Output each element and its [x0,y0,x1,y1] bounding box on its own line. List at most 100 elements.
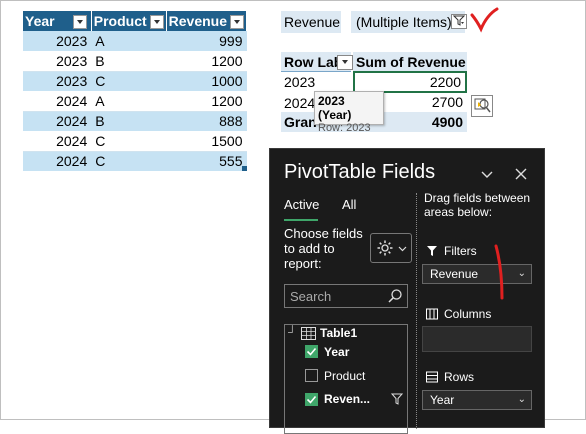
cell-year[interactable]: 2023 [23,71,92,92]
cell-revenue[interactable]: 1500 [166,131,247,152]
cell-product[interactable]: A [91,31,167,52]
filter-icon [391,393,403,405]
active-tab-indicator [284,219,318,221]
row-labels-dropdown-button[interactable] [337,55,353,70]
cell-revenue[interactable]: 1200 [166,51,247,72]
gear-icon [377,240,393,256]
table-row: 2024 C 1500 [23,131,247,152]
cell-product[interactable]: B [91,51,167,72]
field-search-box[interactable] [284,284,408,308]
quick-analysis-button[interactable] [471,95,493,117]
sum-of-revenue-header[interactable]: Sum of Revenue [353,52,467,72]
table-row: 2023 C 1000 [23,71,247,92]
cell-year[interactable]: 2023 [23,31,92,52]
cell-revenue[interactable]: 555 [166,151,247,172]
tooltip-title: 2023 (Year) [318,94,352,122]
dropdown-arrow-icon [342,60,348,65]
cell-product[interactable]: A [91,91,167,112]
pane-close-button[interactable] [512,167,530,185]
field-list: ┘ Table1 Year Product Reven... [284,324,408,434]
table-row: 2024 B 888 [23,111,247,132]
tooltip-subtitle: Row: 2023 [318,122,371,134]
cell-revenue[interactable]: 1200 [166,91,247,112]
header-year-label: Year [25,12,55,29]
table-row: 2023 A 999 [23,31,247,52]
close-icon [515,168,527,180]
chevron-down-icon[interactable]: ⌄ [518,265,526,283]
table-row: 2024 C 555 [23,151,247,172]
pivot-filter-label[interactable]: Revenue [281,11,341,33]
pane-options-button[interactable] [478,167,496,185]
table-row: 2023 B 1200 [23,51,247,72]
dropdown-arrow-icon[interactable] [230,15,244,30]
columns-drop-zone[interactable] [422,326,532,352]
pane-title: PivotTable Fields [284,161,436,183]
filter-dropdown-button[interactable] [451,14,467,29]
dropdown-arrow-icon[interactable] [149,15,164,30]
checkbox-year[interactable] [305,345,318,358]
search-input[interactable] [285,285,385,307]
rows-pill-year[interactable]: Year ⌄ [422,390,532,410]
table-icon [301,327,316,340]
pivot-row-label[interactable]: 2023 [284,72,350,92]
cell-product[interactable]: C [91,131,167,152]
filter-icon [452,15,466,26]
cell-year[interactable]: 2024 [23,91,92,112]
pivot-row-value[interactable]: 2200 [353,71,467,93]
row-labels-header-label: Row Lab [284,54,343,70]
header-revenue[interactable]: Revenue [166,11,248,31]
source-table-header-row: Year Product Revenue [23,11,248,31]
filters-pill-revenue[interactable]: Revenue ⌄ [422,264,532,284]
checkbox-product[interactable] [305,369,318,382]
cell-revenue[interactable]: 888 [166,111,247,132]
dropdown-arrow-icon[interactable] [72,15,87,30]
columns-icon [426,308,438,320]
chevron-down-icon [398,246,407,252]
cell-year[interactable]: 2024 [23,151,92,172]
pivottable-fields-pane: PivotTable Fields Active All Choose fiel… [269,148,545,434]
quick-analysis-icon [474,98,491,113]
drag-fields-text: Drag fields between areas below: [424,191,531,219]
cell-product[interactable]: C [91,71,167,92]
table-resize-handle[interactable] [242,166,247,171]
cell-revenue[interactable]: 1000 [166,71,247,92]
columns-area-label: Columns [444,307,492,321]
choose-fields-text: Choose fields to add to report: [284,226,363,271]
table-name[interactable]: Table1 [320,326,357,340]
header-revenue-label: Revenue [168,12,227,29]
field-product[interactable]: Product [324,369,365,383]
pivot-filter-value[interactable]: (Multiple Items) [351,11,465,33]
cell-tooltip: 2023 (Year) Row: 2023 [314,91,384,134]
source-table: Year Product Revenue 2023 A 999 2023 B 1… [23,11,248,172]
filters-pill-label: Revenue [430,267,479,281]
table-row: 2024 A 1200 [23,91,247,112]
chevron-down-icon[interactable]: ⌄ [518,391,526,409]
header-product[interactable]: Product [91,11,167,31]
pane-divider[interactable] [416,193,417,429]
field-settings-button[interactable] [370,233,412,263]
annotation-mark [494,244,504,300]
cell-revenue[interactable]: 999 [166,31,247,52]
field-revenue[interactable]: Reven... [324,392,370,406]
chevron-down-icon [481,171,493,178]
cell-product[interactable]: B [91,111,167,132]
filter-icon [427,246,437,256]
tree-collapse-icon[interactable]: ┘ [288,325,297,339]
rows-pill-label: Year [430,393,455,407]
header-product-label: Product [93,12,147,29]
field-year[interactable]: Year [324,345,349,359]
filters-area-label: Filters [444,244,477,258]
rows-icon [426,371,438,383]
cell-year[interactable]: 2024 [23,111,92,132]
cell-year[interactable]: 2023 [23,51,92,72]
search-icon[interactable] [387,288,403,304]
cell-product[interactable]: C [91,151,167,172]
checkmark-annotation-icon [470,7,499,33]
rows-area-label: Rows [444,370,475,384]
header-year[interactable]: Year [23,11,92,31]
tab-active[interactable]: Active [284,197,319,212]
cell-year[interactable]: 2024 [23,131,92,152]
checkbox-revenue[interactable] [305,393,318,406]
pivot-row-label[interactable]: 2024 [284,93,314,113]
tab-all[interactable]: All [342,197,356,212]
